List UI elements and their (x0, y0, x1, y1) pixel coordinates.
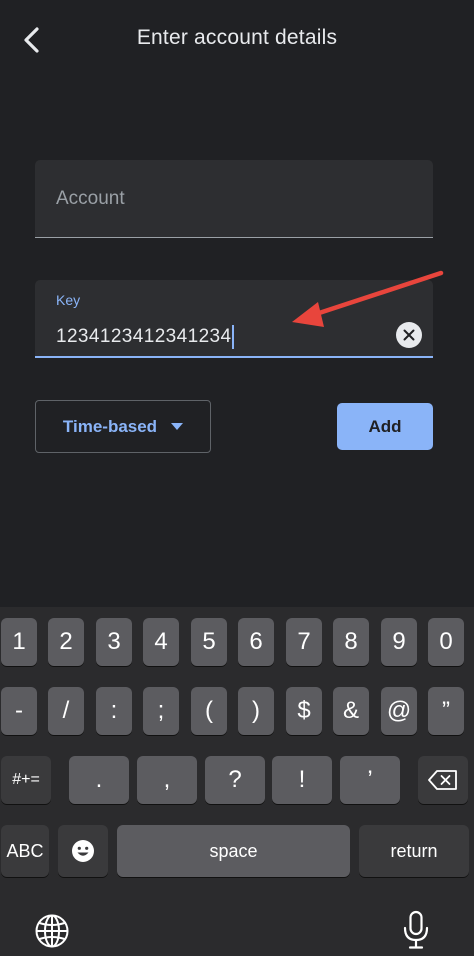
key-emoji[interactable] (58, 825, 108, 877)
key-semicolon[interactable]: ; (143, 687, 179, 735)
key-return[interactable]: return (359, 825, 469, 877)
key-question[interactable]: ? (205, 756, 265, 804)
key-hyphen[interactable]: - (1, 687, 37, 735)
backspace-icon (428, 770, 457, 790)
key-backspace[interactable] (418, 756, 468, 804)
dictation-button[interactable] (396, 907, 436, 953)
page-title: Enter account details (136, 26, 338, 49)
globe-icon (35, 914, 69, 948)
globe-button[interactable] (30, 909, 74, 953)
key-1[interactable]: 1 (1, 618, 37, 666)
emoji-icon (72, 840, 94, 862)
dropdown-triangle-icon (171, 422, 184, 430)
key-2[interactable]: 2 (48, 618, 84, 666)
clear-key-button[interactable] (396, 322, 422, 348)
key-period[interactable]: . (69, 756, 129, 804)
key-exclamation[interactable]: ! (272, 756, 332, 804)
key-close-paren[interactable]: ) (238, 687, 274, 735)
key-ampersand[interactable]: & (333, 687, 369, 735)
key-quote[interactable]: ” (428, 687, 464, 735)
key-comma[interactable]: , (137, 756, 197, 804)
account-field[interactable]: Account (35, 160, 433, 238)
key-label: Key (56, 292, 81, 308)
key-at[interactable]: @ (381, 687, 417, 735)
type-select-value: Time-based (62, 416, 158, 436)
account-placeholder: Account (56, 188, 125, 209)
key-3[interactable]: 3 (96, 618, 132, 666)
key-0[interactable]: 0 (428, 618, 464, 666)
keyboard: 1 2 3 4 5 6 7 8 9 0 - / : ; ( ) $ & @ ” … (0, 607, 474, 956)
key-space[interactable]: space (117, 825, 350, 877)
key-5[interactable]: 5 (191, 618, 227, 666)
key-dollar[interactable]: $ (286, 687, 322, 735)
key-open-paren[interactable]: ( (191, 687, 227, 735)
microphone-icon (403, 910, 429, 949)
key-9[interactable]: 9 (381, 618, 417, 666)
key-6[interactable]: 6 (238, 618, 274, 666)
key-8[interactable]: 8 (333, 618, 369, 666)
key-abc[interactable]: ABC (1, 825, 49, 877)
key-input-value[interactable]: 1234123412341234 (56, 325, 235, 349)
key-field[interactable]: Key 1234123412341234 (35, 280, 433, 358)
type-select[interactable]: Time-based (35, 400, 211, 453)
key-7[interactable]: 7 (286, 618, 322, 666)
close-icon (403, 329, 415, 341)
add-button[interactable]: Add (337, 403, 433, 450)
text-caret (232, 325, 235, 349)
key-colon[interactable]: : (96, 687, 132, 735)
key-slash[interactable]: / (48, 687, 84, 735)
key-4[interactable]: 4 (143, 618, 179, 666)
key-more-symbols[interactable]: #+= (1, 756, 51, 804)
key-value-text: 1234123412341234 (56, 326, 232, 347)
key-apostrophe[interactable]: ’ (340, 756, 400, 804)
